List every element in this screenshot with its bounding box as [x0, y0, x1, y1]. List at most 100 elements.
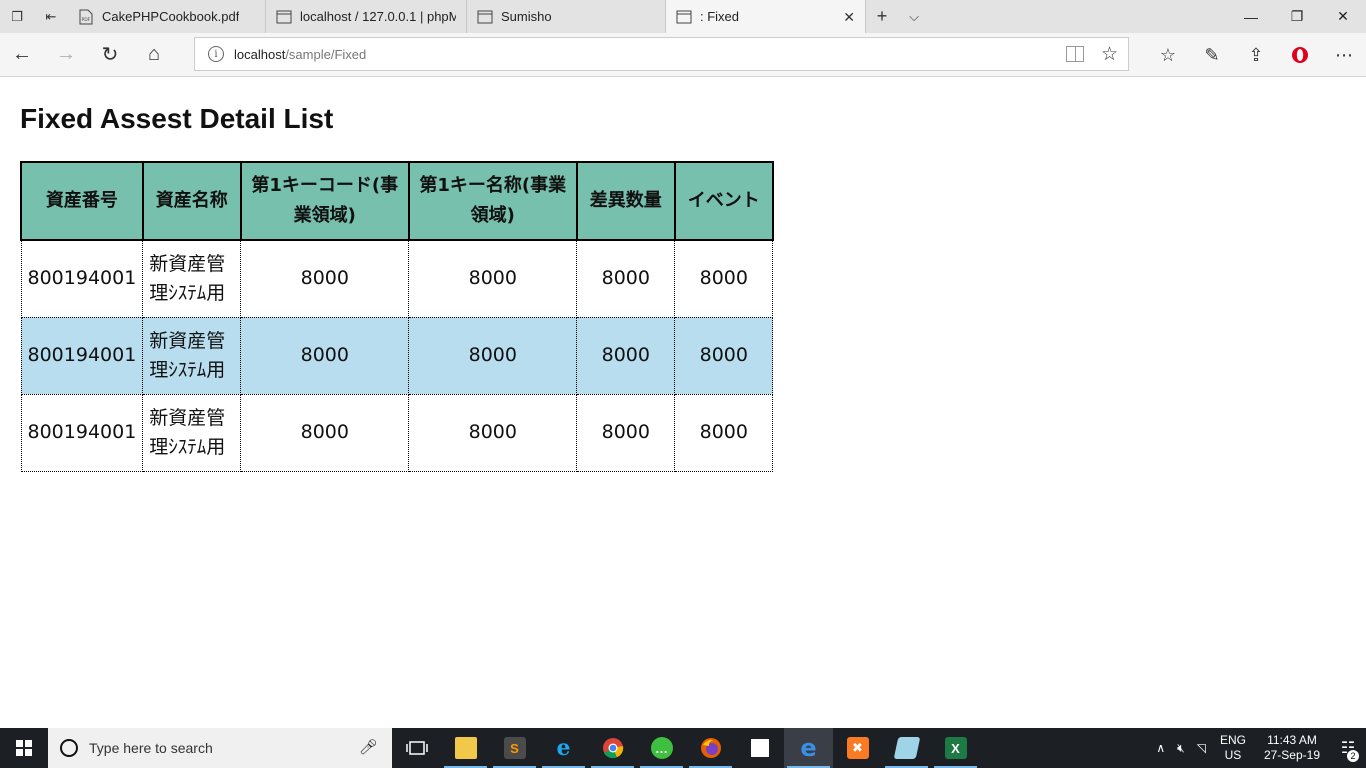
taskbar-search-box[interactable]: Type here to search 🎤︎: [48, 728, 392, 768]
restore-icon[interactable]: ❐: [1274, 0, 1320, 33]
tab-sumisho[interactable]: Sumisho: [467, 0, 666, 33]
taskbar-notepad[interactable]: [882, 728, 931, 768]
tab-label: CakePHPCookbook.pdf: [102, 9, 240, 24]
new-tab-icon[interactable]: +: [866, 6, 898, 27]
cell-asset-name: 新資産管理ｼｽﾃﾑ用: [142, 239, 242, 318]
share-icon[interactable]: ⇪: [1234, 33, 1278, 77]
table-row: 800194001 新資産管理ｼｽﾃﾑ用 8000 8000 8000 8000: [20, 316, 774, 395]
excel-icon: X: [944, 737, 967, 759]
task-view-icon: [405, 741, 428, 755]
folder-icon: [454, 737, 477, 759]
task-view-button[interactable]: [392, 728, 441, 768]
tab-label: : Fixed: [700, 9, 740, 24]
refresh-icon[interactable]: ↻: [88, 33, 132, 77]
taskbar-chrome[interactable]: [588, 728, 637, 768]
internet-explorer-icon: e: [556, 735, 571, 761]
taskbar-sticky-notes[interactable]: [735, 728, 784, 768]
tab-phpmyadmin[interactable]: localhost / 127.0.0.1 | phpM: [266, 0, 467, 33]
more-menu-icon[interactable]: ⋯: [1322, 33, 1366, 77]
home-icon[interactable]: ⌂: [132, 33, 176, 77]
opera-extension-icon[interactable]: [1278, 33, 1322, 77]
tab-fixed[interactable]: : Fixed ✕: [666, 0, 866, 33]
page-icon: [276, 9, 292, 25]
tab-cakephp-cookbook[interactable]: PDF CakePHPCookbook.pdf: [68, 0, 266, 33]
action-center-button[interactable]: ☷ 2: [1330, 738, 1366, 762]
cell-asset-name: 新資産管理ｼｽﾃﾑ用: [142, 316, 242, 395]
system-tray: ∧ 🔇︎ ◹ ENG US 11:43 AM 27-Sep-19 ☷ 2: [1150, 728, 1366, 768]
close-tab-icon[interactable]: ✕: [843, 9, 855, 26]
reading-view-icon[interactable]: [1066, 46, 1084, 62]
cell-asset-number: 800194001: [20, 393, 144, 472]
cell-key1-code: 8000: [240, 239, 410, 318]
header-asset-number: 資産番号: [20, 161, 144, 241]
tab-manager-icon[interactable]: ❐: [0, 0, 34, 33]
volume-muted-icon[interactable]: 🔇︎: [1171, 741, 1191, 756]
show-hidden-icons-icon[interactable]: ∧: [1150, 741, 1171, 755]
microphone-icon[interactable]: 🎤︎: [359, 738, 378, 756]
search-placeholder: Type here to search: [89, 740, 213, 756]
taskbar-file-explorer[interactable]: [441, 728, 490, 768]
address-bar[interactable]: i localhost/sample/Fixed ☆: [194, 37, 1129, 71]
cell-key1-code: 8000: [240, 393, 410, 472]
header-asset-name: 資産名称: [141, 161, 242, 241]
table-row: 800194001 新資産管理ｼｽﾃﾑ用 8000 8000 8000 8000: [20, 393, 774, 472]
cell-difference-quantity: 8000: [576, 239, 676, 318]
web-note-pen-icon[interactable]: ✎: [1190, 33, 1234, 77]
pdf-icon: PDF: [78, 9, 94, 25]
cell-key1-name: 8000: [408, 239, 578, 318]
input-language[interactable]: ENG US: [1212, 733, 1254, 763]
sublime-text-icon: S: [503, 737, 526, 759]
clock[interactable]: 11:43 AM 27-Sep-19: [1254, 733, 1330, 763]
page-title: Fixed Assest Detail List: [20, 103, 334, 134]
taskbar-messaging[interactable]: …: [637, 728, 686, 768]
cell-asset-name: 新資産管理ｼｽﾃﾑ用: [142, 393, 242, 472]
keyboard-layout: US: [1224, 748, 1242, 762]
page-icon: [676, 9, 692, 25]
tab-preview-chevron-icon[interactable]: ⌵: [898, 9, 930, 25]
navigation-bar: ← → ↻ ⌂ i localhost/sample/Fixed ☆ ☆ ✎ ⇪…: [0, 33, 1366, 77]
taskbar-excel[interactable]: X: [931, 728, 980, 768]
taskbar-firefox[interactable]: [686, 728, 735, 768]
clock-time: 11:43 AM: [1267, 733, 1317, 747]
windows-logo-icon: [16, 740, 32, 756]
firefox-icon: [700, 738, 721, 758]
cell-difference-quantity: 8000: [576, 316, 676, 395]
minimize-icon[interactable]: —: [1228, 0, 1274, 33]
sticky-note-icon: [750, 739, 769, 757]
forward-icon[interactable]: →: [44, 33, 88, 77]
fixed-assets-table: 資産番号 資産名称 第1キーコード(事業領域) 第1キー名称(事業領域) 差異数…: [20, 161, 774, 472]
cell-event: 8000: [674, 393, 774, 472]
clock-date: 27-Sep-19: [1263, 748, 1320, 762]
cell-asset-number: 800194001: [20, 316, 144, 395]
cell-key1-name: 8000: [408, 316, 578, 395]
taskbar-sublime-text[interactable]: S: [490, 728, 539, 768]
cortana-icon: [60, 739, 78, 757]
cell-event: 8000: [674, 316, 774, 395]
tab-label: localhost / 127.0.0.1 | phpM: [300, 9, 456, 24]
tab-label: Sumisho: [501, 9, 552, 24]
table-row: 800194001 新資産管理ｼｽﾃﾑ用 8000 8000 8000 8000: [20, 239, 774, 318]
chrome-icon: [602, 738, 623, 759]
header-event: イベント: [673, 161, 774, 241]
wifi-icon[interactable]: ◹: [1191, 741, 1212, 755]
header-difference-quantity: 差異数量: [575, 161, 676, 241]
cell-event: 8000: [674, 239, 774, 318]
url-host: localhost: [234, 46, 286, 62]
favorite-star-icon[interactable]: ☆: [1101, 43, 1118, 66]
back-icon[interactable]: ←: [0, 33, 44, 77]
site-info-icon[interactable]: i: [208, 46, 224, 62]
edge-icon: e: [800, 734, 817, 762]
favorites-hub-icon[interactable]: ☆: [1146, 33, 1190, 77]
cell-key1-code: 8000: [240, 316, 410, 395]
taskbar-internet-explorer[interactable]: e: [539, 728, 588, 768]
start-button[interactable]: [0, 728, 48, 768]
cell-difference-quantity: 8000: [576, 393, 676, 472]
notification-count: 2: [1347, 750, 1359, 762]
taskbar-edge[interactable]: e: [784, 728, 833, 768]
web-page: Fixed Assest Detail List 資産番号 資産名称 第1キーコ…: [0, 78, 1366, 728]
svg-text:PDF: PDF: [82, 17, 91, 23]
table-header-row: 資産番号 資産名称 第1キーコード(事業領域) 第1キー名称(事業領域) 差異数…: [20, 161, 774, 241]
set-aside-tabs-icon[interactable]: ⇤: [34, 0, 68, 33]
taskbar-xampp[interactable]: ✖: [833, 728, 882, 768]
close-window-icon[interactable]: ✕: [1320, 0, 1366, 33]
